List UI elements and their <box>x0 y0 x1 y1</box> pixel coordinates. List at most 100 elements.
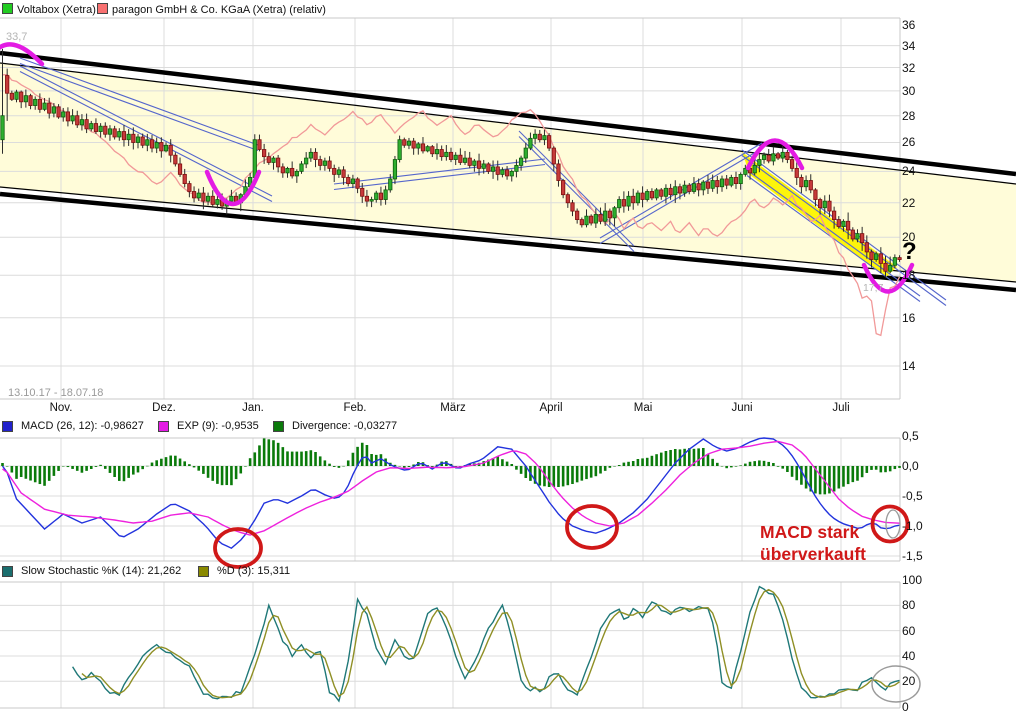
price-axis-label: 18 <box>902 268 915 282</box>
candle <box>407 141 410 145</box>
candle <box>879 254 882 264</box>
divergence-bar <box>113 466 116 477</box>
divergence-bar <box>244 466 247 467</box>
divergence-bar <box>496 456 499 466</box>
divergence-bar <box>76 466 79 471</box>
candle <box>809 181 812 190</box>
divergence-bar <box>258 445 261 466</box>
divergence-bar <box>15 466 18 479</box>
macd-axis-label: -1,0 <box>902 519 923 533</box>
divergence-bar <box>25 466 28 479</box>
divergence-bar <box>90 466 93 469</box>
candle <box>688 185 691 191</box>
candle <box>888 265 891 271</box>
candle <box>538 134 541 139</box>
candle <box>1 116 4 140</box>
candle <box>253 140 256 178</box>
divergence-bar <box>683 449 686 466</box>
candle <box>557 164 560 181</box>
month-axis-label: Jan. <box>242 402 264 414</box>
candle <box>300 164 303 171</box>
candle <box>370 200 373 202</box>
candle <box>80 120 83 125</box>
candle <box>818 200 821 208</box>
stoch-axis-label: 100 <box>902 573 922 587</box>
divergence-bar <box>225 466 228 485</box>
divergence-bar <box>324 460 327 466</box>
candle <box>146 140 149 146</box>
candle <box>19 92 22 102</box>
divergence-bar <box>95 466 98 467</box>
candle <box>90 124 93 129</box>
divergence-bar <box>338 466 341 468</box>
divergence-bar <box>277 443 280 466</box>
exp-legend-item: EXP (9): -0,9535 <box>158 420 259 432</box>
divergence-bar <box>29 466 32 481</box>
candle <box>262 149 265 156</box>
divergence-bar <box>590 466 593 478</box>
voltabox-legend-label: Voltabox (Xetra) <box>17 4 96 16</box>
candle <box>393 160 396 179</box>
month-axis-label: Nov. <box>50 402 73 414</box>
divergence-bar <box>366 445 369 466</box>
candle <box>66 112 69 121</box>
month-axis-label: Juli <box>832 402 849 414</box>
candle <box>860 234 863 243</box>
voltabox-swatch-icon <box>2 3 13 14</box>
divergence-bar <box>562 466 565 486</box>
divergence-bar <box>777 466 780 467</box>
macd-axis-label: 0,5 <box>902 429 919 443</box>
price-axis-label: 28 <box>902 109 915 123</box>
divergence-bar <box>155 460 158 466</box>
divergence-bar <box>557 466 560 487</box>
faint-low-price-label: 17,7 <box>863 282 883 294</box>
candle <box>267 157 270 163</box>
candle <box>127 134 130 139</box>
divergence-bar <box>132 466 135 475</box>
stoch-axis-label: 40 <box>902 649 915 663</box>
candle <box>851 230 854 239</box>
divergence-bar <box>235 466 238 479</box>
macd-swatch-icon <box>2 421 13 432</box>
candle <box>589 216 592 223</box>
divergence-bar <box>408 466 411 467</box>
candle <box>487 164 490 171</box>
divergence-bar <box>310 450 313 466</box>
candle <box>5 76 8 94</box>
candle <box>290 168 293 176</box>
paragon-swatch-icon <box>97 3 108 14</box>
candle <box>594 214 597 223</box>
divergence-bar <box>567 466 570 485</box>
candle <box>865 243 868 252</box>
candle <box>136 137 139 143</box>
candle <box>622 200 625 207</box>
divergence-bar <box>623 463 626 466</box>
macd-axis-label: -0,5 <box>902 489 923 503</box>
candle <box>561 181 564 195</box>
exp-line <box>3 441 900 535</box>
candle <box>76 116 79 125</box>
candle <box>272 158 275 162</box>
candle <box>720 179 723 187</box>
candle <box>328 161 331 168</box>
divergence-bar <box>637 459 640 466</box>
candle <box>318 160 321 166</box>
divergence-bar <box>660 453 663 466</box>
month-axis-label: Mai <box>634 402 653 414</box>
divergence-bar <box>856 466 859 481</box>
price-axis-label: 34 <box>902 39 915 53</box>
month-axis-label: Feb. <box>343 402 366 414</box>
candle <box>309 152 312 158</box>
main-legend: Voltabox (Xetra) <box>2 3 96 16</box>
candle <box>281 167 284 173</box>
divergence-bar <box>735 466 738 467</box>
candle <box>188 184 191 192</box>
divergence-bar <box>515 466 518 470</box>
candle <box>678 187 681 193</box>
divergence-bar <box>211 466 214 481</box>
divergence-bar <box>576 466 579 482</box>
candle <box>477 161 480 168</box>
divergence-bar <box>207 466 210 478</box>
annotation-line1: MACD stark <box>760 522 866 544</box>
candle <box>711 181 714 189</box>
